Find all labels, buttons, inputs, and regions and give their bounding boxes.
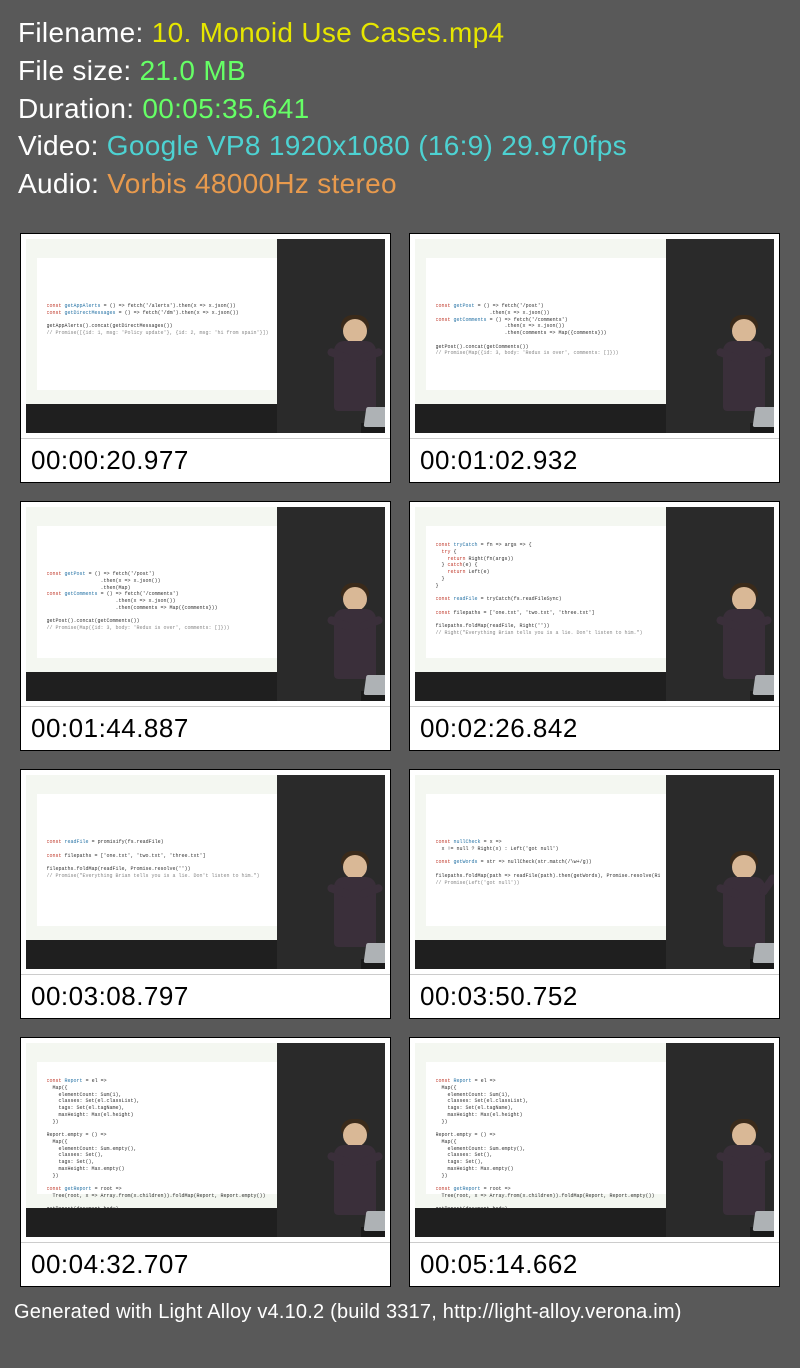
presenter-figure (329, 585, 381, 701)
thumbnail-image: const getPost = () => fetch('/post') .th… (21, 502, 390, 706)
thumbnail-timestamp: 00:01:44.887 (21, 706, 390, 750)
presenter-figure (329, 317, 381, 433)
thumbnail-image: const Report = el => Map({ elementCount:… (410, 1038, 779, 1242)
thumbnail-timestamp: 00:02:26.842 (410, 706, 779, 750)
info-row-audio: Audio: Vorbis 48000Hz stereo (18, 165, 782, 203)
thumbnail-card[interactable]: const Report = el => Map({ elementCount:… (409, 1037, 780, 1287)
thumbnail-timestamp: 00:03:50.752 (410, 974, 779, 1018)
footer-text: Generated with Light Alloy v4.10.2 (buil… (0, 1297, 800, 1324)
duration-label: Duration: (18, 93, 142, 124)
filesize-value: 21.0 MB (140, 55, 246, 86)
thumbnail-image: const readFile = promisify(fs.readFile) … (21, 770, 390, 974)
presenter-figure (718, 317, 770, 433)
thumbnail-timestamp: 00:00:20.977 (21, 438, 390, 482)
info-row-duration: Duration: 00:05:35.641 (18, 90, 782, 128)
thumbnail-card[interactable]: const Report = el => Map({ elementCount:… (20, 1037, 391, 1287)
audio-label: Audio: (18, 168, 107, 199)
filename-value: 10. Monoid Use Cases.mp4 (152, 17, 505, 48)
presenter-figure (718, 585, 770, 701)
info-row-filename: Filename: 10. Monoid Use Cases.mp4 (18, 14, 782, 52)
thumbnail-image: const tryCatch = fn => args => { try { r… (410, 502, 779, 706)
thumbnail-card[interactable]: const getPost = () => fetch('/post') .th… (20, 501, 391, 751)
filename-label: Filename: (18, 17, 152, 48)
thumbnail-image: const getAppAlerts = () => fetch('/alert… (21, 234, 390, 438)
thumbnail-timestamp: 00:03:08.797 (21, 974, 390, 1018)
thumbnail-card[interactable]: const nullCheck = x => x != null ? Right… (409, 769, 780, 1019)
filesize-label: File size: (18, 55, 140, 86)
thumbnail-card[interactable]: const getAppAlerts = () => fetch('/alert… (20, 233, 391, 483)
presenter-figure (329, 853, 381, 969)
thumbnail-timestamp: 00:04:32.707 (21, 1242, 390, 1286)
info-row-video: Video: Google VP8 1920x1080 (16:9) 29.97… (18, 127, 782, 165)
thumbnail-timestamp: 00:05:14.662 (410, 1242, 779, 1286)
audio-value: Vorbis 48000Hz stereo (107, 168, 397, 199)
presenter-figure (718, 1121, 770, 1237)
thumbnail-image: const nullCheck = x => x != null ? Right… (410, 770, 779, 974)
thumbnail-card[interactable]: const readFile = promisify(fs.readFile) … (20, 769, 391, 1019)
thumbnail-card[interactable]: const getPost = () => fetch('/post') .th… (409, 233, 780, 483)
video-value: Google VP8 1920x1080 (16:9) 29.970fps (107, 130, 627, 161)
thumbnail-image: const Report = el => Map({ elementCount:… (21, 1038, 390, 1242)
presenter-figure (329, 1121, 381, 1237)
file-info-block: Filename: 10. Monoid Use Cases.mp4 File … (0, 0, 800, 211)
thumbnail-card[interactable]: const tryCatch = fn => args => { try { r… (409, 501, 780, 751)
thumbnail-timestamp: 00:01:02.932 (410, 438, 779, 482)
video-label: Video: (18, 130, 107, 161)
presenter-figure (718, 853, 770, 969)
info-row-filesize: File size: 21.0 MB (18, 52, 782, 90)
duration-value: 00:05:35.641 (142, 93, 309, 124)
thumbnail-image: const getPost = () => fetch('/post') .th… (410, 234, 779, 438)
thumbnail-grid: const getAppAlerts = () => fetch('/alert… (0, 211, 800, 1297)
